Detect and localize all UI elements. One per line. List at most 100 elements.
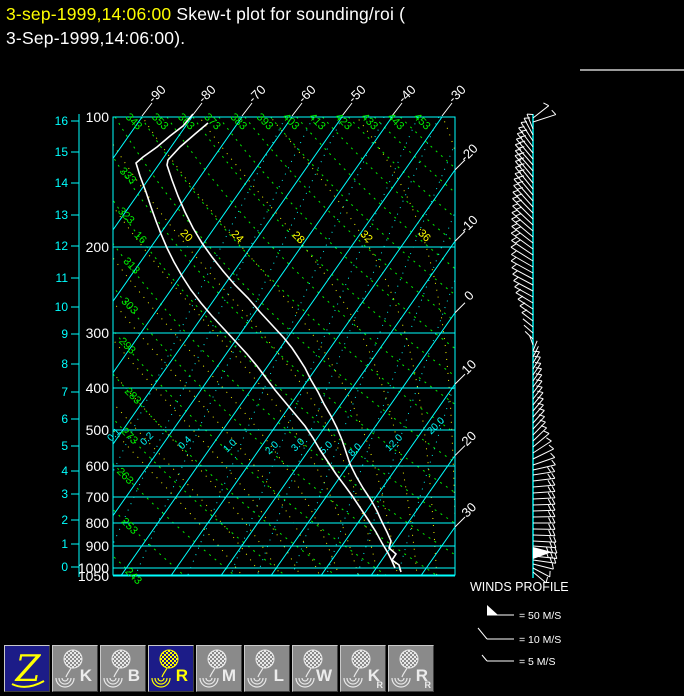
plot-label: 300 <box>86 325 110 341</box>
plot-label: -70 <box>245 82 269 106</box>
plot-label: 20 <box>178 227 195 244</box>
toolbar-button-logo-z[interactable]: Z <box>4 645 50 692</box>
toolbar-button-letter: B <box>127 666 140 685</box>
plot-label: 10 <box>55 300 69 314</box>
plot-label: 14 <box>55 176 69 190</box>
plot-label: -80 <box>195 82 219 106</box>
skewt-plot: 1002003004005006007008009001000105001234… <box>55 69 684 668</box>
plot-label: 0 <box>461 288 477 304</box>
plot-label: 453 <box>411 111 432 132</box>
plot-label: 393 <box>254 111 275 132</box>
plot-label: 353 <box>149 111 170 132</box>
wind-legend: WINDS PROFILE = 50 M/S = 10 M/S = 5 M/S <box>470 580 569 668</box>
plot-label: 423 <box>332 111 353 132</box>
plot-label: 383 <box>228 111 249 132</box>
plot-label: -20 <box>457 141 481 165</box>
plot-label: -60 <box>295 82 319 106</box>
window-title: 3-sep-1999,14:06:00 Skew-t plot for soun… <box>6 2 405 50</box>
plot-label: 1 <box>61 537 68 551</box>
plot-label: 13 <box>55 208 69 222</box>
plot-label: = 10 M/S <box>519 634 561 646</box>
plot-label: 800 <box>86 515 110 531</box>
plot-label: 4 <box>61 464 68 478</box>
plot-border <box>112 116 456 576</box>
plot-label: 100 <box>86 109 110 125</box>
plot-label: 24 <box>229 228 246 245</box>
toolbar-button-letter: K <box>79 666 92 685</box>
plot-label: -40 <box>395 82 419 106</box>
plot-label: -50 <box>345 82 369 106</box>
plot-label: 1.0 <box>221 437 239 455</box>
plot-label: 3 <box>61 487 68 501</box>
plot-label: 413 <box>306 111 327 132</box>
title-line-2: 3-Sep-1999,14:06:00). <box>6 28 186 48</box>
plot-label: 11 <box>56 271 69 285</box>
plot-label: 200 <box>86 239 110 255</box>
plot-label: 2 <box>61 513 68 527</box>
plot-label: 0.2 <box>138 430 156 448</box>
plot-label: 2.0 <box>263 439 281 457</box>
toolbar-button-letter: W <box>315 666 332 685</box>
toolbar-button-letter: R <box>175 666 188 685</box>
toolbar-button-k-r[interactable]: KR <box>340 645 386 692</box>
plot-label: 273 <box>118 426 139 447</box>
moist-adiabat-labels: 16 20 24 28 32 36 <box>132 227 433 246</box>
plot-label: 5.0 <box>317 439 335 457</box>
plot-label: 400 <box>86 380 110 396</box>
dry-adiabat-labels: 343 353 363 373 383 393 403 413 423 433 443 4533333… <box>114 111 432 587</box>
skewt-gridlines <box>113 117 455 575</box>
toolbar: ZKBRMLWKRRR <box>4 645 434 692</box>
plot-label: -90 <box>145 82 169 106</box>
plot-label: 700 <box>86 489 110 505</box>
plot-label: 3.0 <box>289 436 307 454</box>
plot-label: 36 <box>416 227 433 244</box>
sounding-traces <box>135 113 402 573</box>
plot-label: 12 <box>55 239 69 253</box>
toolbar-button-letter: L <box>273 666 284 685</box>
temperature-trace <box>166 122 402 573</box>
plot-label: 433 <box>359 111 380 132</box>
plot-label: 0.4 <box>176 434 194 452</box>
toolbar-button-b[interactable]: B <box>100 645 146 692</box>
plot-label: = 50 M/S <box>519 610 561 622</box>
plot-label: WINDS PROFILE <box>470 580 569 594</box>
plot-label: 303 <box>119 295 140 316</box>
plot-label: 1050 <box>78 568 109 584</box>
toolbar-button-m[interactable]: M <box>196 645 242 692</box>
plot-label: 12.0 <box>383 432 405 454</box>
plot-label: 600 <box>86 458 110 474</box>
plot-label: 10 <box>458 357 479 378</box>
toolbar-button-k[interactable]: K <box>52 645 98 692</box>
dewpoint-trace <box>135 113 396 569</box>
plot-label: 9 <box>61 327 68 341</box>
toolbar-button-subscript: R <box>424 680 432 690</box>
plot-label: 5 <box>61 439 68 453</box>
plot-label: -10 <box>457 212 481 236</box>
plot-label: 32 <box>358 228 375 245</box>
toolbar-button-r[interactable]: R <box>148 645 194 692</box>
toolbar-button-subscript: R <box>376 680 384 690</box>
plot-label: 30 <box>458 499 479 520</box>
height-axis: 012345678910111213141516 <box>55 114 80 577</box>
plot-label: 313 <box>121 255 142 276</box>
toolbar-button-r-r[interactable]: RR <box>388 645 434 692</box>
plot-label: 16 <box>55 114 69 128</box>
plot-label: 20.0 <box>425 415 447 437</box>
plot-label: 900 <box>86 538 110 554</box>
toolbar-button-w[interactable]: W <box>292 645 338 692</box>
plot-label: 20 <box>458 428 479 449</box>
plot-label: 373 <box>201 111 222 132</box>
plot-label: -30 <box>445 82 469 106</box>
plot-label: 15 <box>55 145 69 159</box>
title-timestamp: 3-sep-1999,14:06:00 <box>6 4 172 24</box>
toolbar-button-l[interactable]: L <box>244 645 290 692</box>
plot-label: 8 <box>61 357 68 371</box>
toolbar-button-letter: M <box>221 666 236 685</box>
title-line-1: 3-sep-1999,14:06:00 Skew-t plot for soun… <box>6 2 405 26</box>
title-text: Skew-t plot for sounding/roi ( <box>171 4 406 24</box>
plot-label: 343 <box>123 111 144 132</box>
right-temperature-labels: -20 -10 0 10 20 30 <box>454 141 481 528</box>
z-logo-icon: Z <box>11 649 45 690</box>
app-window: { "title": { "timestamp": "3-sep-1999,14… <box>0 0 684 696</box>
plot-label: 7 <box>61 385 68 399</box>
